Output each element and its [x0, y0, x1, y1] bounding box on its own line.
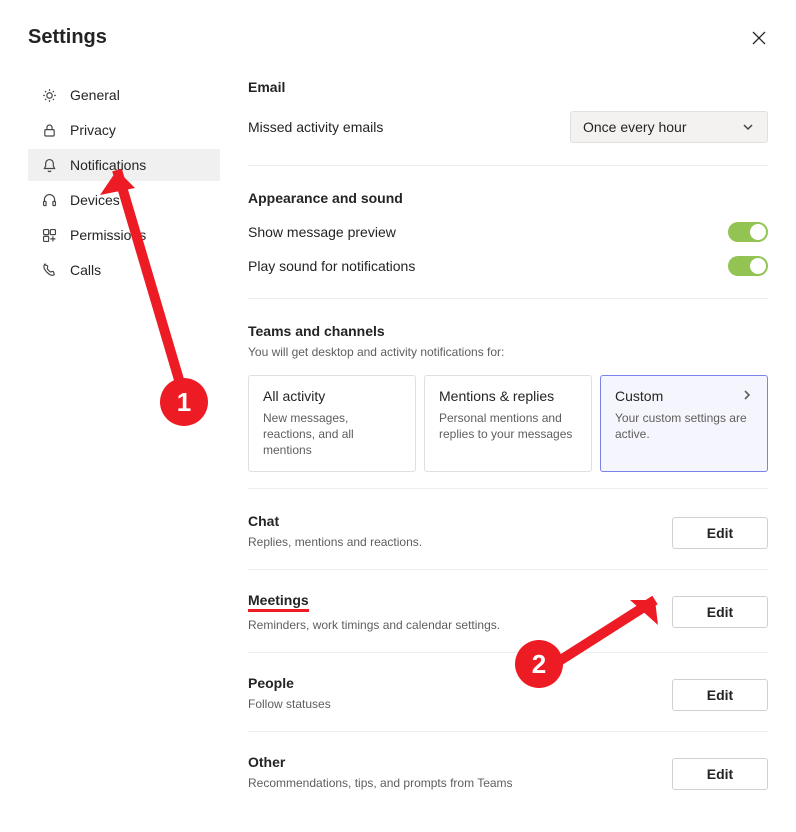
- block-title: People: [248, 675, 331, 691]
- missed-activity-dropdown[interactable]: Once every hour: [570, 111, 768, 143]
- main-panel: Email Missed activity emails Once every …: [228, 79, 768, 832]
- sidebar-item-label: Devices: [70, 192, 120, 208]
- app-icon: [40, 226, 58, 244]
- chevron-down-icon: [741, 120, 755, 134]
- people-edit-button[interactable]: Edit: [672, 679, 768, 711]
- block-title: Chat: [248, 513, 422, 529]
- block-desc: Follow statuses: [248, 697, 331, 711]
- card-desc: New messages, reactions, and all mention…: [263, 410, 401, 459]
- gear-icon: [40, 86, 58, 104]
- block-title: Meetings: [248, 592, 309, 612]
- sidebar-item-label: Notifications: [70, 157, 146, 173]
- teams-card-custom[interactable]: Custom Your custom settings are active.: [600, 375, 768, 472]
- chevron-right-icon: [741, 388, 753, 404]
- sidebar-item-permissions[interactable]: Permissions: [28, 219, 220, 251]
- sidebar-item-label: Calls: [70, 262, 101, 278]
- play-sound-label: Play sound for notifications: [248, 258, 415, 274]
- sidebar-item-label: Permissions: [70, 227, 146, 243]
- chat-edit-button[interactable]: Edit: [672, 517, 768, 549]
- teams-card-all-activity[interactable]: All activity New messages, reactions, an…: [248, 375, 416, 472]
- card-desc: Personal mentions and replies to your me…: [439, 410, 577, 442]
- section-teams-channels: Teams and channels You will get desktop …: [248, 323, 768, 489]
- lock-icon: [40, 121, 58, 139]
- card-title: All activity: [263, 388, 401, 404]
- section-email: Email Missed activity emails Once every …: [248, 79, 768, 166]
- section-title: Teams and channels: [248, 323, 768, 339]
- teams-card-mentions-replies[interactable]: Mentions & replies Personal mentions and…: [424, 375, 592, 472]
- headset-icon: [40, 191, 58, 209]
- section-title: Appearance and sound: [248, 190, 768, 206]
- sidebar-item-devices[interactable]: Devices: [28, 184, 220, 216]
- block-desc: Replies, mentions and reactions.: [248, 535, 422, 549]
- section-people: People Follow statuses Edit: [248, 675, 768, 732]
- section-chat: Chat Replies, mentions and reactions. Ed…: [248, 513, 768, 570]
- sidebar-item-label: General: [70, 87, 120, 103]
- section-meetings: Meetings Reminders, work timings and cal…: [248, 592, 768, 653]
- block-desc: Reminders, work timings and calendar set…: [248, 618, 500, 632]
- show-preview-toggle[interactable]: [728, 222, 768, 242]
- missed-activity-label: Missed activity emails: [248, 119, 383, 135]
- block-title: Other: [248, 754, 513, 770]
- close-button[interactable]: [750, 29, 768, 47]
- meetings-edit-button[interactable]: Edit: [672, 596, 768, 628]
- section-other: Other Recommendations, tips, and prompts…: [248, 754, 768, 810]
- section-title: Email: [248, 79, 768, 95]
- bell-icon: [40, 156, 58, 174]
- other-edit-button[interactable]: Edit: [672, 758, 768, 790]
- card-title: Custom: [615, 388, 663, 404]
- show-preview-label: Show message preview: [248, 224, 396, 240]
- sidebar-item-calls[interactable]: Calls: [28, 254, 220, 286]
- sidebar-item-label: Privacy: [70, 122, 116, 138]
- card-desc: Your custom settings are active.: [615, 410, 753, 442]
- sidebar: General Privacy Notifications Devices Pe…: [28, 79, 228, 832]
- sidebar-item-general[interactable]: General: [28, 79, 220, 111]
- teams-hint: You will get desktop and activity notifi…: [248, 345, 768, 359]
- card-title: Mentions & replies: [439, 388, 577, 404]
- play-sound-toggle[interactable]: [728, 256, 768, 276]
- close-icon: [752, 31, 766, 45]
- sidebar-item-privacy[interactable]: Privacy: [28, 114, 220, 146]
- section-appearance: Appearance and sound Show message previe…: [248, 190, 768, 299]
- page-title: Settings: [28, 26, 107, 49]
- sidebar-item-notifications[interactable]: Notifications: [28, 149, 220, 181]
- block-desc: Recommendations, tips, and prompts from …: [248, 776, 513, 790]
- dropdown-value: Once every hour: [583, 119, 687, 135]
- phone-icon: [40, 261, 58, 279]
